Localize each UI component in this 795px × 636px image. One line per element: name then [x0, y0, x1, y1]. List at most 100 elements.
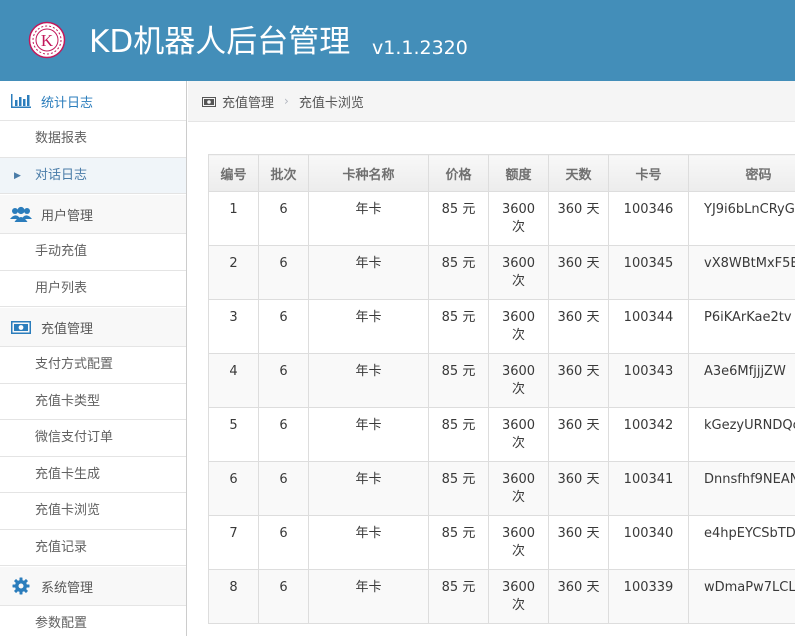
- cell-card-type: 年卡: [308, 353, 429, 408]
- cell-batch: 6: [258, 407, 309, 462]
- table-row[interactable]: 8 6 年卡 85 元 3600 次 360 天 100339 wDmaPw7LCL: [208, 569, 795, 624]
- cell-batch: 6: [258, 569, 309, 624]
- main-content: 编号 批次 卡种名称 价格 额度 天数 卡号 密码 1 6 年卡 85 元 3600 次 360 天 10…: [188, 122, 795, 636]
- sidebar-item-label: 参数配置: [35, 616, 88, 631]
- sidebar-group-label: 用户管理: [41, 208, 94, 224]
- cell-password: e4hpEYCSbTD: [688, 515, 795, 570]
- recharge-card-table: 编号 批次 卡种名称 价格 额度 天数 卡号 密码 1 6 年卡 85 元 3600 次 360 天 10…: [208, 154, 795, 624]
- top-navbar: K KD机器人后台管理 v1.1.2320: [0, 0, 795, 81]
- table-header-row: 编号 批次 卡种名称 价格 额度 天数 卡号 密码: [208, 154, 795, 192]
- cell-days: 360 天: [548, 191, 609, 246]
- table-row[interactable]: 5 6 年卡 85 元 3600 次 360 天 100342 kGezyURNDQc: [208, 407, 795, 462]
- cell-price: 85 元: [428, 569, 489, 624]
- table-row[interactable]: 3 6 年卡 85 元 3600 次 360 天 100344 P6iKArKae2tv: [208, 299, 795, 354]
- sidebar-group-recharge[interactable]: 充值管理: [0, 307, 186, 347]
- cell-card-type: 年卡: [308, 569, 429, 624]
- cell-card-no: 100344: [608, 299, 689, 354]
- cell-price: 85 元: [428, 515, 489, 570]
- column-header-price[interactable]: 价格: [428, 154, 489, 192]
- sidebar-group-stats[interactable]: 统计日志: [0, 81, 186, 121]
- cell-id: 2: [208, 245, 259, 300]
- sidebar-item-chat-log[interactable]: ▶ 对话日志: [0, 157, 186, 194]
- cell-card-type: 年卡: [308, 407, 429, 462]
- cell-card-no: 100346: [608, 191, 689, 246]
- cell-password: kGezyURNDQc: [688, 407, 795, 462]
- cell-days: 360 天: [548, 245, 609, 300]
- brand-logo[interactable]: K: [28, 21, 66, 59]
- cell-quota: 3600 次: [488, 515, 549, 570]
- sidebar-item-wechat-orders[interactable]: 微信支付订单: [0, 420, 186, 457]
- sidebar-item-recharge-records[interactable]: 充值记录: [0, 529, 186, 566]
- cell-card-type: 年卡: [308, 299, 429, 354]
- column-header-password[interactable]: 密码: [688, 154, 795, 192]
- cell-quota: 3600 次: [488, 353, 549, 408]
- cell-id: 5: [208, 407, 259, 462]
- cell-batch: 6: [258, 353, 309, 408]
- cell-price: 85 元: [428, 191, 489, 246]
- column-header-card-no[interactable]: 卡号: [608, 154, 689, 192]
- sidebar-item-label: 数据报表: [35, 131, 88, 146]
- table-body: 1 6 年卡 85 元 3600 次 360 天 100346 YJ9i6bLnCRyG 2 6 年…: [208, 191, 795, 624]
- sidebar-group-label: 充值管理: [41, 321, 94, 337]
- cell-password: YJ9i6bLnCRyG: [688, 191, 795, 246]
- cell-card-type: 年卡: [308, 515, 429, 570]
- cell-days: 360 天: [548, 353, 609, 408]
- sidebar-group-system[interactable]: 系统管理: [0, 566, 186, 606]
- cell-quota: 3600 次: [488, 569, 549, 624]
- cell-password: P6iKArKae2tv: [688, 299, 795, 354]
- cell-card-type: 年卡: [308, 245, 429, 300]
- column-header-card-type[interactable]: 卡种名称: [308, 154, 429, 192]
- sidebar-item-card-types[interactable]: 充值卡类型: [0, 383, 186, 420]
- cell-card-type: 年卡: [308, 191, 429, 246]
- sidebar-group-users[interactable]: 用户管理: [0, 194, 186, 234]
- cell-batch: 6: [258, 299, 309, 354]
- cell-id: 8: [208, 569, 259, 624]
- sidebar-item-card-generate[interactable]: 充值卡生成: [0, 456, 186, 493]
- cell-card-no: 100345: [608, 245, 689, 300]
- sidebar-item-label: 微信支付订单: [35, 430, 114, 445]
- cell-password: vX8WBtMxF5E: [688, 245, 795, 300]
- column-header-id[interactable]: 编号: [208, 154, 259, 192]
- sidebar-item-data-report[interactable]: 数据报表: [0, 121, 186, 158]
- cell-quota: 3600 次: [488, 245, 549, 300]
- cell-password: Dnnsfhf9NEAN: [688, 461, 795, 516]
- app-title[interactable]: KD机器人后台管理: [89, 22, 350, 62]
- sidebar-item-manual-recharge[interactable]: 手动充值: [0, 234, 186, 271]
- money-icon: [202, 96, 216, 107]
- sidebar-item-payment-config[interactable]: 支付方式配置: [0, 347, 186, 384]
- table-row[interactable]: 2 6 年卡 85 元 3600 次 360 天 100345 vX8WBtMxF5E: [208, 245, 795, 300]
- sidebar-group-label: 统计日志: [41, 95, 94, 111]
- cell-password: wDmaPw7LCL: [688, 569, 795, 624]
- breadcrumb-parent-link[interactable]: 充值管理: [222, 92, 274, 111]
- cell-quota: 3600 次: [488, 299, 549, 354]
- sidebar-item-param-config[interactable]: 参数配置: [0, 606, 186, 636]
- sidebar-item-label: 充值卡生成: [35, 466, 101, 482]
- table-row[interactable]: 6 6 年卡 85 元 3600 次 360 天 100341 Dnnsfhf9NEAN: [208, 461, 795, 516]
- cell-id: 6: [208, 461, 259, 516]
- sidebar-group-label: 系统管理: [41, 580, 94, 596]
- cell-quota: 3600 次: [488, 461, 549, 516]
- column-header-days[interactable]: 天数: [548, 154, 609, 192]
- cell-price: 85 元: [428, 407, 489, 462]
- table-row[interactable]: 4 6 年卡 85 元 3600 次 360 天 100343 A3e6MfjjjZW: [208, 353, 795, 408]
- cell-days: 360 天: [548, 515, 609, 570]
- sidebar-item-label: 用户列表: [35, 280, 88, 296]
- cell-quota: 3600 次: [488, 407, 549, 462]
- column-header-quota[interactable]: 额度: [488, 154, 549, 192]
- sidebar: 统计日志 数据报表 ▶ 对话日志 用户管理 手动充值 用户列表 充值管理 支付方…: [0, 81, 187, 636]
- table-row[interactable]: 7 6 年卡 85 元 3600 次 360 天 100340 e4hpEYCSbTD: [208, 515, 795, 570]
- cell-card-no: 100340: [608, 515, 689, 570]
- cell-password: A3e6MfjjjZW: [688, 353, 795, 408]
- bar-chart-icon: [10, 92, 32, 110]
- cell-days: 360 天: [548, 299, 609, 354]
- cell-price: 85 元: [428, 353, 489, 408]
- table-row[interactable]: 1 6 年卡 85 元 3600 次 360 天 100346 YJ9i6bLnCRyG: [208, 191, 795, 246]
- users-icon: [10, 205, 32, 223]
- sidebar-item-label: 充值记录: [35, 539, 88, 555]
- cell-card-no: 100339: [608, 569, 689, 624]
- sidebar-item-user-list[interactable]: 用户列表: [0, 270, 186, 307]
- sidebar-item-card-browse[interactable]: 充值卡浏览: [0, 493, 186, 530]
- cell-batch: 6: [258, 461, 309, 516]
- cell-price: 85 元: [428, 299, 489, 354]
- column-header-batch[interactable]: 批次: [258, 154, 309, 192]
